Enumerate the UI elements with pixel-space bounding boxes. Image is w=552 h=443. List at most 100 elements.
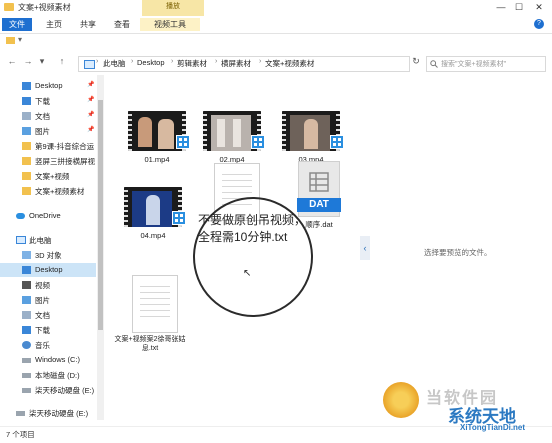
file-item-video[interactable]: 03.mp4: [276, 111, 346, 167]
tab-file[interactable]: 文件: [2, 18, 32, 31]
navigation-bar: ← → ▾ ↑ › 此电脑 › Desktop › 剪辑素材 › 横屏素材 › …: [0, 52, 552, 72]
quick-access-dropdown[interactable]: ▾: [18, 35, 22, 44]
file-item-text[interactable]: 文案+视频案2徐哥张姑息.txt: [110, 275, 190, 359]
pin-icon: 📌: [87, 82, 95, 88]
sidebar-item-label: Windows (C:): [35, 355, 81, 364]
tab-video-tools[interactable]: 视频工具: [140, 18, 200, 31]
sidebar-item-label: 3D 对象: [35, 251, 62, 260]
file-name: 04.mp4: [140, 231, 166, 240]
tab-home[interactable]: 主页: [40, 18, 68, 31]
quick-access-toolbar: ▾: [0, 34, 552, 48]
sidebar-item-label: 文案+视频素材: [35, 187, 85, 196]
sidebar-item-drive-d[interactable]: 本地磁盘 (D:): [0, 368, 96, 382]
pin-icon: 📌: [87, 97, 95, 103]
sidebar-scrollbar-thumb[interactable]: [98, 100, 103, 330]
breadcrumb-desktop[interactable]: Desktop: [137, 58, 165, 67]
sidebar-item-music[interactable]: 音乐: [0, 338, 96, 352]
search-icon: [430, 60, 438, 68]
sidebar-item-pictures-pinned[interactable]: 图片 📌: [0, 124, 96, 138]
forward-button[interactable]: →: [22, 55, 34, 67]
sidebar-item-label: 文档: [35, 112, 50, 121]
mouse-cursor-icon: ↖: [243, 268, 252, 279]
sidebar-item-pictures[interactable]: 图片: [0, 293, 96, 307]
file-item-video[interactable]: 02.mp4: [197, 111, 267, 167]
breadcrumb-landscape-material[interactable]: 横屏素材: [221, 58, 251, 69]
sidebar-item-desktop[interactable]: Desktop: [0, 263, 96, 277]
computer-icon: [84, 60, 95, 69]
sidebar-item-drive-e-root[interactable]: 柒天移动硬盘 (E:): [0, 406, 96, 420]
help-icon[interactable]: ?: [534, 19, 544, 29]
close-button[interactable]: ✕: [532, 1, 546, 13]
breadcrumb-this-pc[interactable]: 此电脑: [103, 58, 126, 69]
folder-icon: [22, 172, 31, 180]
breadcrumb-edit-material[interactable]: 剪辑素材: [177, 58, 207, 69]
sidebar-item-label: 视频: [35, 281, 50, 290]
sidebar-item-label: Desktop: [35, 265, 63, 274]
folder-icon: [22, 187, 31, 195]
watermark-logo-icon: [383, 382, 419, 418]
sidebar-item-downloads-pinned[interactable]: 下载 📌: [0, 94, 96, 108]
maximize-button[interactable]: ☐: [512, 1, 526, 13]
sidebar-item-this-pc[interactable]: 此电脑: [0, 233, 96, 247]
video-file-icon: [172, 211, 186, 225]
sidebar-item-3d-objects[interactable]: 3D 对象: [0, 248, 96, 262]
file-item-video[interactable]: 04.mp4: [118, 187, 188, 243]
title-bar: 文案+视频素材 播放 — ☐ ✕: [0, 0, 552, 16]
sidebar-item-label: 图片: [35, 296, 50, 305]
refresh-button[interactable]: ↻: [410, 55, 422, 67]
text-file-icon: [132, 275, 178, 333]
picture-icon: [22, 296, 31, 304]
sidebar-item-label: 此电脑: [29, 236, 52, 245]
cube-icon: [22, 251, 31, 259]
minimize-button[interactable]: —: [494, 1, 508, 13]
sidebar-item-label: 下载: [35, 326, 50, 335]
sidebar-item-text-video-material[interactable]: 文案+视频素材: [0, 184, 96, 198]
tab-share[interactable]: 共享: [74, 18, 102, 31]
sidebar-item-videos[interactable]: 视频: [0, 278, 96, 292]
drive-icon: [22, 388, 31, 393]
sidebar-item-documents-pinned[interactable]: 文档 📌: [0, 109, 96, 123]
sidebar-item-vertical-splice[interactable]: 竖屏三拼接横屏视: [0, 154, 96, 168]
preview-message: 选择要预览的文件。: [424, 248, 492, 257]
video-file-icon: [176, 135, 190, 149]
magnified-file-name: 不要做原创吊视频，全程需10分钟.txt: [198, 213, 307, 244]
sidebar-item-documents[interactable]: 文档: [0, 308, 96, 322]
sidebar-item-label: 竖屏三拼接横屏视: [35, 157, 95, 166]
preview-pane-toggle[interactable]: ‹: [360, 236, 370, 260]
sidebar-item-label: 下载: [35, 97, 50, 106]
download-icon: [22, 326, 31, 334]
file-name: 01.mp4: [144, 155, 170, 164]
item-count: 7 个项目: [6, 430, 35, 439]
search-placeholder: 搜索"文案+视频素材": [441, 61, 507, 68]
back-button[interactable]: ←: [6, 55, 18, 67]
sidebar-item-label: 图片: [35, 127, 50, 136]
sidebar-item-downloads[interactable]: 下载: [0, 323, 96, 337]
download-icon: [22, 97, 31, 105]
tab-view[interactable]: 查看: [108, 18, 136, 31]
search-input[interactable]: 搜索"文案+视频素材": [426, 56, 546, 72]
sidebar-item-label: 第9课-抖音综合运: [35, 142, 95, 151]
navigation-pane: Desktop 📌 下载 📌 文档 📌 图片 📌 第9课-抖音综合运 竖屏三拼接…: [0, 75, 98, 425]
sidebar-item-label: Desktop: [35, 81, 63, 90]
sidebar-item-onedrive[interactable]: OneDrive: [0, 209, 96, 223]
folder-icon: [22, 142, 31, 150]
pin-icon: 📌: [87, 127, 95, 133]
sidebar-item-desktop-pinned[interactable]: Desktop 📌: [0, 79, 96, 93]
sidebar-item-label: 柒天移动硬盘 (E:): [29, 409, 89, 418]
sidebar-item-lesson9[interactable]: 第9课-抖音综合运: [0, 139, 96, 153]
desktop-icon: [22, 266, 31, 274]
document-icon: [22, 112, 31, 120]
sidebar-item-drive-e[interactable]: 柒天移动硬盘 (E:): [0, 383, 96, 397]
recent-locations-button[interactable]: ▾: [38, 55, 46, 67]
video-file-icon: [251, 135, 265, 149]
preview-pane: 选择要预览的文件。: [372, 75, 552, 420]
up-button[interactable]: ↑: [56, 55, 68, 67]
picture-icon: [22, 127, 31, 135]
sidebar-item-label: 文案+视频: [35, 172, 70, 181]
file-item-video[interactable]: 01.mp4: [122, 111, 192, 167]
breadcrumb-current-folder[interactable]: 文案+视频素材: [265, 58, 314, 69]
address-bar[interactable]: › 此电脑 › Desktop › 剪辑素材 › 横屏素材 › 文案+视频素材: [78, 56, 410, 72]
sidebar-item-drive-c[interactable]: Windows (C:): [0, 353, 96, 367]
folder-icon: [4, 3, 14, 11]
sidebar-item-text-video[interactable]: 文案+视频: [0, 169, 96, 183]
